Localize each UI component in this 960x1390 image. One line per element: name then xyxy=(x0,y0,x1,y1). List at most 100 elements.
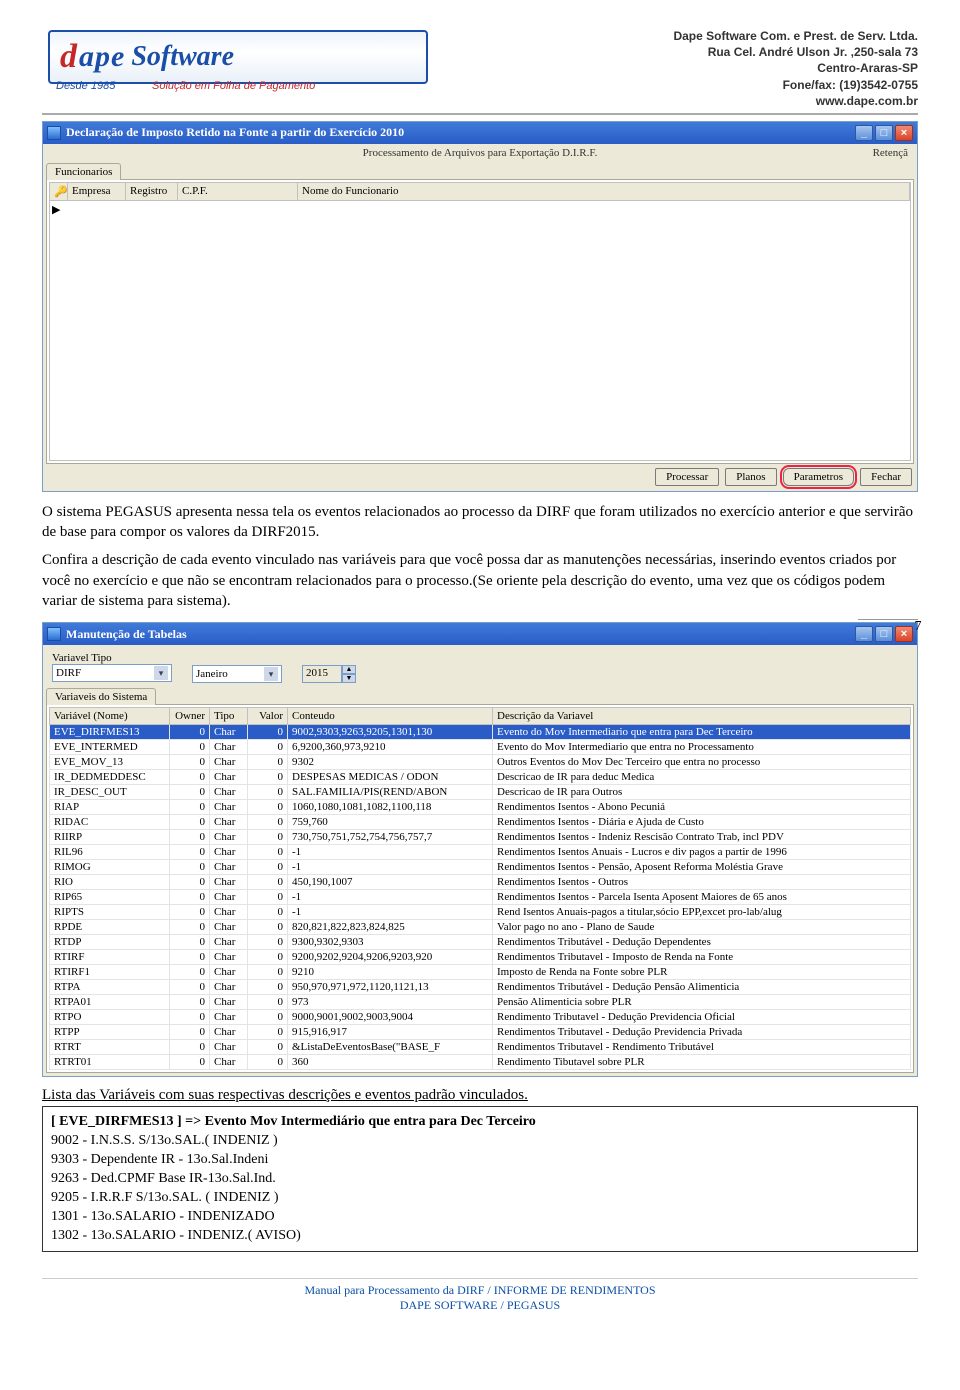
cell: 0 xyxy=(248,1010,288,1025)
cell: Rendimentos Isentos - Diária e Ajuda de … xyxy=(493,815,911,830)
app-icon xyxy=(47,126,61,140)
table-row[interactable]: RIPTS0Char0-1Rend Isentos Anuais-pagos a… xyxy=(50,905,911,920)
variables-table[interactable]: Variável (Nome) Owner Tipo Valor Conteud… xyxy=(49,707,911,1070)
table-row[interactable]: RTDP0Char09300,9302,9303Rendimentos Trib… xyxy=(50,935,911,950)
fechar-button[interactable]: Fechar xyxy=(860,468,912,486)
cell: Rendimento Tibutavel sobre PLR xyxy=(493,1055,911,1070)
col-cpf[interactable]: C.P.F. xyxy=(178,183,298,200)
footer-line: DAPE SOFTWARE / PEGASUS xyxy=(42,1298,918,1313)
minimize-button[interactable]: _ xyxy=(855,626,873,642)
table-row[interactable]: RTPA010Char0973Pensão Alimenticia sobre … xyxy=(50,995,911,1010)
cell: 0 xyxy=(248,875,288,890)
table-row[interactable]: RIL960Char0-1Rendimentos Isentos Anuais … xyxy=(50,845,911,860)
cell: 950,970,971,972,1120,1121,13 xyxy=(288,980,493,995)
table-row[interactable]: EVE_DIRFMES130Char09002,9303,9263,9205,1… xyxy=(50,725,911,740)
cell: Char xyxy=(210,800,248,815)
cell: Char xyxy=(210,920,248,935)
planos-button[interactable]: Planos xyxy=(725,468,776,486)
spin-up-icon[interactable]: ▲ xyxy=(342,665,356,674)
col-tipo[interactable]: Tipo xyxy=(210,708,248,725)
close-button[interactable]: × xyxy=(895,125,913,141)
cell: 973 xyxy=(288,995,493,1010)
table-row[interactable]: EVE_MOV_130Char09302Outros Eventos do Mo… xyxy=(50,755,911,770)
month-select[interactable]: Janeiro ▾ xyxy=(192,665,282,683)
table-row[interactable]: RTPO0Char09000,9001,9002,9003,9004Rendim… xyxy=(50,1010,911,1025)
col-key-icon: 🔑 xyxy=(50,183,68,200)
table-row[interactable]: RIMOG0Char0-1Rendimentos Isentos - Pensã… xyxy=(50,860,911,875)
table-row[interactable]: RTRT010Char0360Rendimento Tibutavel sobr… xyxy=(50,1055,911,1070)
titlebar[interactable]: Declaração de Imposto Retido na Fonte a … xyxy=(43,122,917,144)
table-row[interactable]: RIO0Char0450,190,1007Rendimentos Isentos… xyxy=(50,875,911,890)
cell: RTIRF1 xyxy=(50,965,170,980)
cell: 0 xyxy=(170,935,210,950)
variable-detail-box: [ EVE_DIRFMES13 ] => Evento Mov Intermed… xyxy=(42,1106,918,1252)
grid-body[interactable]: ▶ xyxy=(49,201,911,461)
cell: RIAP xyxy=(50,800,170,815)
cell: -1 xyxy=(288,905,493,920)
cell: IR_DEDMEDDESC xyxy=(50,770,170,785)
titlebar[interactable]: Manutenção de Tabelas _ □ × xyxy=(43,623,917,645)
spin-down-icon[interactable]: ▼ xyxy=(342,674,356,683)
tab-funcionarios[interactable]: Funcionarios xyxy=(46,163,121,180)
minimize-button[interactable]: _ xyxy=(855,125,873,141)
cell: 0 xyxy=(248,1025,288,1040)
table-row[interactable]: IR_DESC_OUT0Char0SAL.FAMILIA/PIS(REND/AB… xyxy=(50,785,911,800)
table-row[interactable]: RIP650Char0-1Rendimentos Isentos - Parce… xyxy=(50,890,911,905)
table-row[interactable]: EVE_INTERMED0Char06,9200,360,973,9210Eve… xyxy=(50,740,911,755)
table-row[interactable]: RTPA0Char0950,970,971,972,1120,1121,13Re… xyxy=(50,980,911,995)
col-variavel[interactable]: Variável (Nome) xyxy=(50,708,170,725)
parametros-button[interactable]: Parametros xyxy=(783,468,854,486)
cell: 0 xyxy=(170,1025,210,1040)
var-tipo-select[interactable]: DIRF ▾ xyxy=(52,664,172,682)
cell: 0 xyxy=(170,875,210,890)
col-registro[interactable]: Registro xyxy=(126,183,178,200)
cell: 0 xyxy=(248,860,288,875)
cell: Char xyxy=(210,725,248,740)
cell: 360 xyxy=(288,1055,493,1070)
table-row[interactable]: RTIRF0Char09200,9202,9204,9206,9203,920R… xyxy=(50,950,911,965)
table-row[interactable]: RIDAC0Char0759,760Rendimentos Isentos - … xyxy=(50,815,911,830)
cell: -1 xyxy=(288,860,493,875)
table-row[interactable]: RTRT0Char0&ListaDeEventosBase("BASE_FRen… xyxy=(50,1040,911,1055)
tab-variaveis[interactable]: Variaveis do Sistema xyxy=(46,688,156,705)
table-row[interactable]: IR_DEDMEDDESC0Char0DESPESAS MEDICAS / OD… xyxy=(50,770,911,785)
cell: RTRT xyxy=(50,1040,170,1055)
col-descricao[interactable]: Descrição da Variavel xyxy=(493,708,911,725)
cell: Rendimentos Tributavel - Dedução Previde… xyxy=(493,1025,911,1040)
cell: 0 xyxy=(248,725,288,740)
table-row[interactable]: RTPP0Char0915,916,917Rendimentos Tributa… xyxy=(50,1025,911,1040)
cell: 0 xyxy=(170,800,210,815)
cell: 0 xyxy=(170,1010,210,1025)
logo-tagline: Solução em Folha de Pagamento xyxy=(152,80,315,92)
window-title: Declaração de Imposto Retido na Fonte a … xyxy=(66,125,404,140)
cell: Evento do Mov Intermediario que entra no… xyxy=(493,740,911,755)
cell: RIMOG xyxy=(50,860,170,875)
cell: EVE_DIRFMES13 xyxy=(50,725,170,740)
col-empresa[interactable]: Empresa xyxy=(68,183,126,200)
table-row[interactable]: RIIRP0Char0730,750,751,752,754,756,757,7… xyxy=(50,830,911,845)
processar-button[interactable]: Processar xyxy=(655,468,719,486)
company-line: Dape Software Com. e Prest. de Serv. Ltd… xyxy=(673,28,918,44)
cell: RTPA01 xyxy=(50,995,170,1010)
col-conteudo[interactable]: Conteudo xyxy=(288,708,493,725)
cell: 0 xyxy=(248,995,288,1010)
col-owner[interactable]: Owner xyxy=(170,708,210,725)
year-spinner[interactable]: 2015 ▲ ▼ xyxy=(302,665,356,683)
maximize-button[interactable]: □ xyxy=(875,125,893,141)
cell: Char xyxy=(210,1055,248,1070)
cell: Outros Eventos do Mov Dec Terceiro que e… xyxy=(493,755,911,770)
col-valor[interactable]: Valor xyxy=(248,708,288,725)
cell: 450,190,1007 xyxy=(288,875,493,890)
cell: 0 xyxy=(170,995,210,1010)
maximize-button[interactable]: □ xyxy=(875,626,893,642)
cell: Descricao de IR para deduc Medica xyxy=(493,770,911,785)
cell: Rendimentos Tributavel - Rendimento Trib… xyxy=(493,1040,911,1055)
detail-line: 9002 - I.N.S.S. S/13o.SAL.( INDENIZ ) xyxy=(51,1132,909,1151)
table-row[interactable]: RIAP0Char01060,1080,1081,1082,1100,118Re… xyxy=(50,800,911,815)
table-row[interactable]: RPDE0Char0820,821,822,823,824,825Valor p… xyxy=(50,920,911,935)
detail-line: 1302 - 13o.SALARIO - INDENIZ.( AVISO) xyxy=(51,1227,909,1246)
col-nome[interactable]: Nome do Funcionario xyxy=(298,183,910,200)
chevron-down-icon: ▾ xyxy=(264,667,278,681)
table-row[interactable]: RTIRF10Char09210Imposto de Renda na Font… xyxy=(50,965,911,980)
company-line: Centro-Araras-SP xyxy=(673,60,918,76)
